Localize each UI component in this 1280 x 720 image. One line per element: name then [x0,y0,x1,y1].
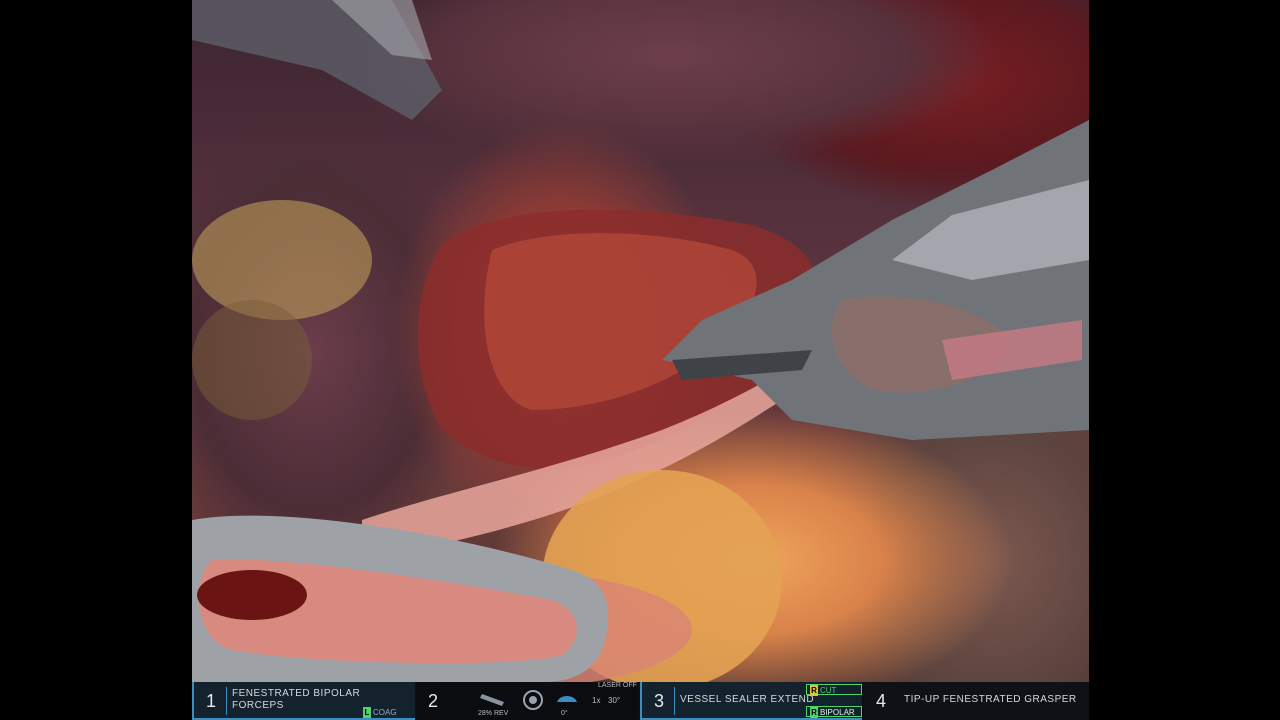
arm-3-bipolar-key: R [810,707,818,718]
scope-angle-zero: 0° [561,710,568,717]
arm-3-divider [674,687,675,715]
arm-3-panel[interactable]: 3 VESSEL SEALER EXTEND R CUT R BIPOLAR [640,682,862,720]
camera-rev: 28% REV [478,710,509,717]
arm-1-energy-label: COAG [373,708,397,717]
arm-1-panel[interactable]: 1 FENESTRATED BIPOLAR FORCEPS L COAG [192,682,415,720]
laser-status: LASER OFF [598,682,637,689]
scope-angle: 30° [608,696,621,705]
endoscope-icon [480,694,504,706]
arm-1-number: 1 [206,691,217,711]
arm-1-divider [226,687,227,715]
arm-3-bipolar-label: BIPOLAR [820,708,855,717]
arm-2-camera-panel[interactable]: 2 LASER OFF 28% REV 0° 1x 30° [416,682,638,720]
arm-4-panel[interactable]: 4 TIP-UP FENESTRATED GRASPER [864,682,1089,720]
arm-3-bipolar-indicator: R BIPOLAR [806,706,862,718]
arm-3-cut-indicator: R CUT [806,684,862,696]
scope-angle-icon [557,696,577,702]
arm-3-cut-label: CUT [820,686,837,695]
surgical-scene [192,0,1089,682]
arm-2-number: 2 [428,691,439,711]
arm-3-instrument-name: VESSEL SEALER EXTEND [680,694,815,705]
instrument-status-bar: 1 FENESTRATED BIPOLAR FORCEPS L COAG 2 LA… [192,682,1089,720]
arm-4-number: 4 [876,691,887,711]
arm-1-instrument-name: FENESTRATED BIPOLAR [232,688,361,699]
arm-1-energy-key: L [363,707,371,718]
zoom-level: 1x [592,696,601,705]
arm-3-cut-key: R [810,685,818,696]
arm-4-instrument-name: TIP-UP FENESTRATED GRASPER [904,694,1077,705]
arm-3-number: 3 [654,691,665,711]
arm-1-instrument-name-2: FORCEPS [232,700,284,711]
camera-rotation-icon [523,690,543,710]
arm-1-energy-indicator: L COAG [360,707,400,718]
endoscope-video-view [192,0,1089,682]
